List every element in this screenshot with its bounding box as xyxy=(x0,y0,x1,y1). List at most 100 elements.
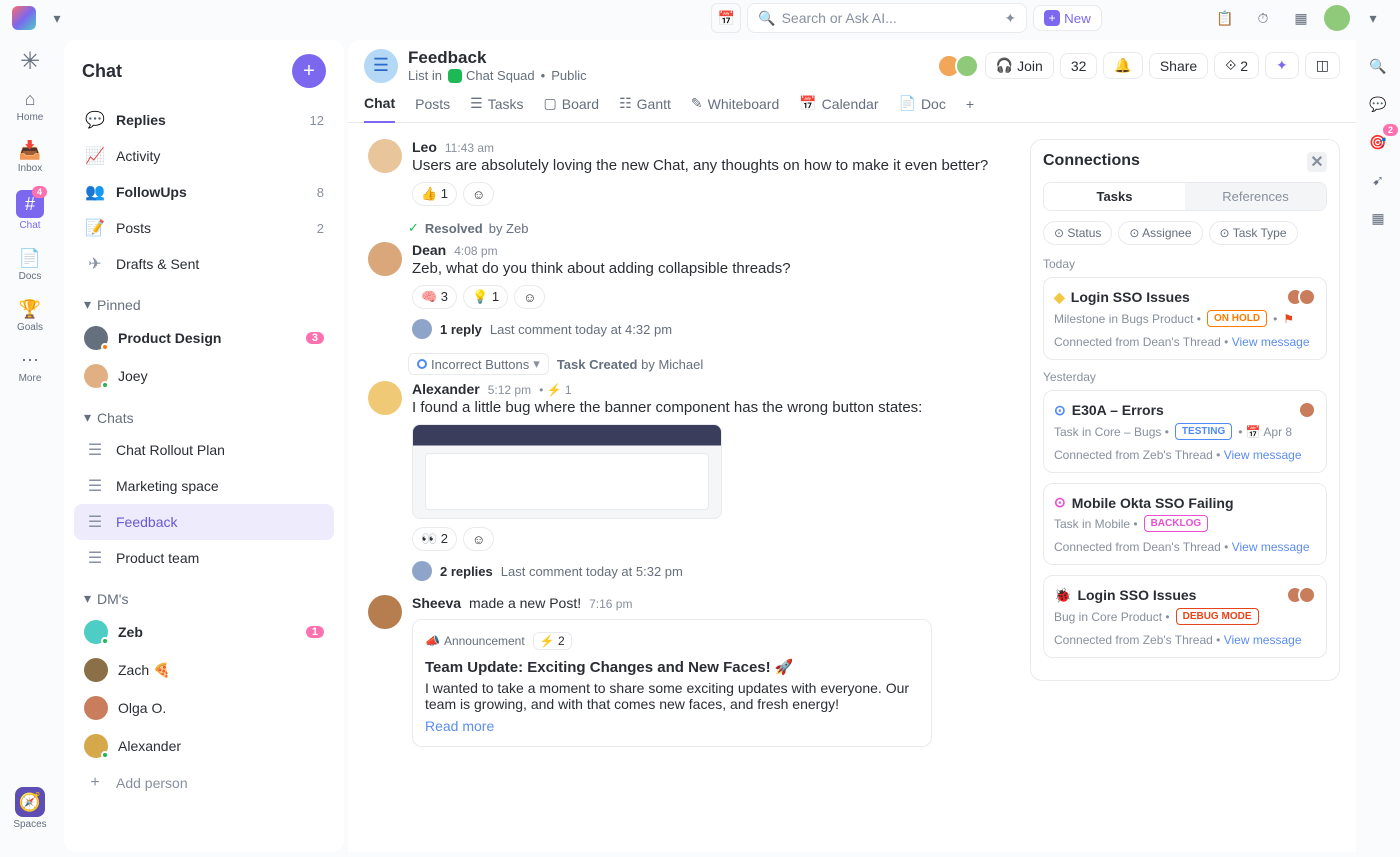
connection-card[interactable]: ◆ Login SSO Issues Milestone in Bugs Pro… xyxy=(1043,277,1327,360)
section-dms[interactable]: ▾ DM's xyxy=(74,576,334,613)
rail-chat[interactable]: # 4 Chat xyxy=(5,184,55,237)
connection-card[interactable]: 🐞 Login SSO Issues Bug in Core Product •… xyxy=(1043,575,1327,658)
author: Dean xyxy=(412,242,446,258)
nav-posts[interactable]: 📝 Posts 2 xyxy=(74,210,334,246)
close-icon[interactable]: ✕ xyxy=(1307,152,1327,172)
search-icon[interactable]: 🔍 xyxy=(1366,54,1390,78)
view-message-link[interactable]: View message xyxy=(1232,540,1310,554)
member-avatars[interactable] xyxy=(943,54,979,78)
post-tag: 📣 Announcement xyxy=(425,634,525,648)
tab-posts[interactable]: Posts xyxy=(415,95,450,122)
connection-card[interactable]: ⊙ Mobile Okta SSO Failing Task in Mobile… xyxy=(1043,483,1327,565)
conn-tab-tasks[interactable]: Tasks xyxy=(1044,183,1185,210)
sidebar-item[interactable]: Joey xyxy=(74,357,334,395)
sidebar-item[interactable]: Olga O. xyxy=(74,689,334,727)
trophy-icon: 🏆 xyxy=(19,298,41,320)
sidebar-item[interactable]: Product Design 3 xyxy=(74,319,334,357)
tab-calendar[interactable]: 📅Calendar xyxy=(799,95,878,122)
avatar[interactable] xyxy=(368,595,402,629)
clipboard-icon[interactable]: 📋 xyxy=(1210,3,1240,33)
section-pinned[interactable]: ▾ Pinned xyxy=(74,282,334,319)
new-button[interactable]: + New xyxy=(1033,5,1102,31)
view-message-link[interactable]: View message xyxy=(1232,335,1310,349)
app-logo[interactable] xyxy=(12,6,36,30)
reaction[interactable]: 👀 2 xyxy=(412,527,457,551)
task-chip[interactable]: Incorrect Buttons ▾ xyxy=(408,353,549,375)
tab-icon: ▢ xyxy=(544,95,557,112)
post-card[interactable]: 📣 Announcement⚡ 2 Team Update: Exciting … xyxy=(412,619,932,747)
rail-spaces[interactable]: 🧭 Spaces xyxy=(5,781,55,836)
user-avatar[interactable] xyxy=(1324,5,1350,31)
conn-title: ⊙ Mobile Okta SSO Failing xyxy=(1054,494,1316,511)
grid-icon[interactable]: ▦ xyxy=(1366,206,1390,230)
nav-drafts & sent[interactable]: ✈ Drafts & Sent xyxy=(74,246,334,282)
apps-grid-icon[interactable]: ▦ xyxy=(1286,3,1316,33)
breadcrumb: List in Chat Squad • Public xyxy=(408,68,587,83)
rail-home[interactable]: ⌂ Home xyxy=(5,82,55,129)
avatar[interactable] xyxy=(368,139,402,173)
rail-inbox[interactable]: 📥 Inbox xyxy=(5,133,55,180)
calendar-icon[interactable]: 📅 xyxy=(711,3,741,33)
conn-foot: Connected from Zeb's Thread • View messa… xyxy=(1054,633,1316,647)
rail-more[interactable]: ⋯ More xyxy=(5,343,55,390)
thread-reply[interactable]: 2 replies Last comment today at 5:32 pm xyxy=(412,561,1010,581)
add-reaction[interactable]: ☺ xyxy=(463,527,494,551)
reaction[interactable]: 💡 1 xyxy=(463,285,508,309)
avatar[interactable] xyxy=(368,242,402,276)
tab-tasks[interactable]: ☰Tasks xyxy=(470,95,523,122)
sidebar-item[interactable]: ☰ Marketing space xyxy=(74,468,334,504)
message: Dean4:08 pm Zeb, what do you think about… xyxy=(364,242,1014,339)
attachment-image[interactable] xyxy=(412,424,722,519)
rail-goals[interactable]: 🏆 Goals xyxy=(5,292,55,339)
filter-task-type[interactable]: ⊙ Task Type xyxy=(1209,221,1298,245)
sidebar-item[interactable]: ☰ Feedback xyxy=(74,504,334,540)
sidebar-item[interactable]: Alexander xyxy=(74,727,334,765)
add-view-button[interactable]: + xyxy=(966,95,974,122)
sidebar-item[interactable]: Zeb 1 xyxy=(74,613,334,651)
tab-whiteboard[interactable]: ✎Whiteboard xyxy=(691,95,779,122)
nav-activity[interactable]: 📈 Activity xyxy=(74,138,334,174)
crumb-space[interactable]: Chat Squad xyxy=(448,68,535,83)
avatar[interactable] xyxy=(368,381,402,415)
add-reaction[interactable]: ☺ xyxy=(514,285,545,309)
tab-gantt[interactable]: ☷Gantt xyxy=(619,95,671,122)
tab-doc[interactable]: 📄Doc xyxy=(899,95,946,122)
reaction[interactable]: 🧠 3 xyxy=(412,285,457,309)
view-message-link[interactable]: View message xyxy=(1224,633,1302,647)
tab-board[interactable]: ▢Board xyxy=(544,95,600,122)
view-message-link[interactable]: View message xyxy=(1224,448,1302,462)
search-input[interactable]: 🔍 Search or Ask AI... ✦ xyxy=(747,3,1027,33)
tab-chat[interactable]: Chat xyxy=(364,95,395,123)
new-chat-button[interactable]: + xyxy=(292,54,326,88)
sidebar-item[interactable]: ☰ Product team xyxy=(74,540,334,576)
read-more-link[interactable]: Read more xyxy=(425,718,919,734)
arrow-icon[interactable]: ➹ xyxy=(1366,168,1390,192)
filter-status[interactable]: ⊙ Status xyxy=(1043,221,1112,245)
sidebar-item[interactable]: Zach 🍕 xyxy=(74,651,334,689)
comment-icon[interactable]: 💬 xyxy=(1366,92,1390,116)
section-chats[interactable]: ▾ Chats xyxy=(74,395,334,432)
member-count[interactable]: 32 xyxy=(1060,53,1098,79)
panel-toggle-button[interactable]: ◫ xyxy=(1305,52,1340,79)
share-button[interactable]: Share xyxy=(1149,53,1208,79)
connection-card[interactable]: ⊙ E30A – Errors Task in Core – Bugs • TE… xyxy=(1043,390,1327,473)
conn-tab-references[interactable]: References xyxy=(1185,183,1326,210)
filter-assignee[interactable]: ⊙ Assignee xyxy=(1118,221,1202,245)
thread-reply[interactable]: 1 reply Last comment today at 4:32 pm xyxy=(412,319,1010,339)
target-icon[interactable]: 🎯2 xyxy=(1366,130,1390,154)
rail-docs[interactable]: 📄 Docs xyxy=(5,241,55,288)
nav-followups[interactable]: 👥 FollowUps 8 xyxy=(74,174,334,210)
add-person-button[interactable]: + Add person xyxy=(74,765,334,801)
rail-logo[interactable]: ✳ xyxy=(5,44,55,78)
stopwatch-icon[interactable]: ⏱ xyxy=(1248,3,1278,33)
sidebar-item[interactable]: ☰ Chat Rollout Plan xyxy=(74,432,334,468)
join-button[interactable]: 🎧Join xyxy=(985,52,1054,79)
add-reaction[interactable]: ☺ xyxy=(463,182,494,206)
reaction[interactable]: 👍 1 xyxy=(412,182,457,206)
nav-replies[interactable]: 💬 Replies 12 xyxy=(74,102,334,138)
chevron-down-icon[interactable]: ▾ xyxy=(42,3,72,33)
notifications-button[interactable]: 🔔 xyxy=(1103,52,1142,79)
chevron-down-icon[interactable]: ▾ xyxy=(1358,3,1388,33)
ai-button[interactable]: ✦ xyxy=(1265,52,1299,79)
connections-count[interactable]: ⟐2 xyxy=(1214,52,1259,79)
